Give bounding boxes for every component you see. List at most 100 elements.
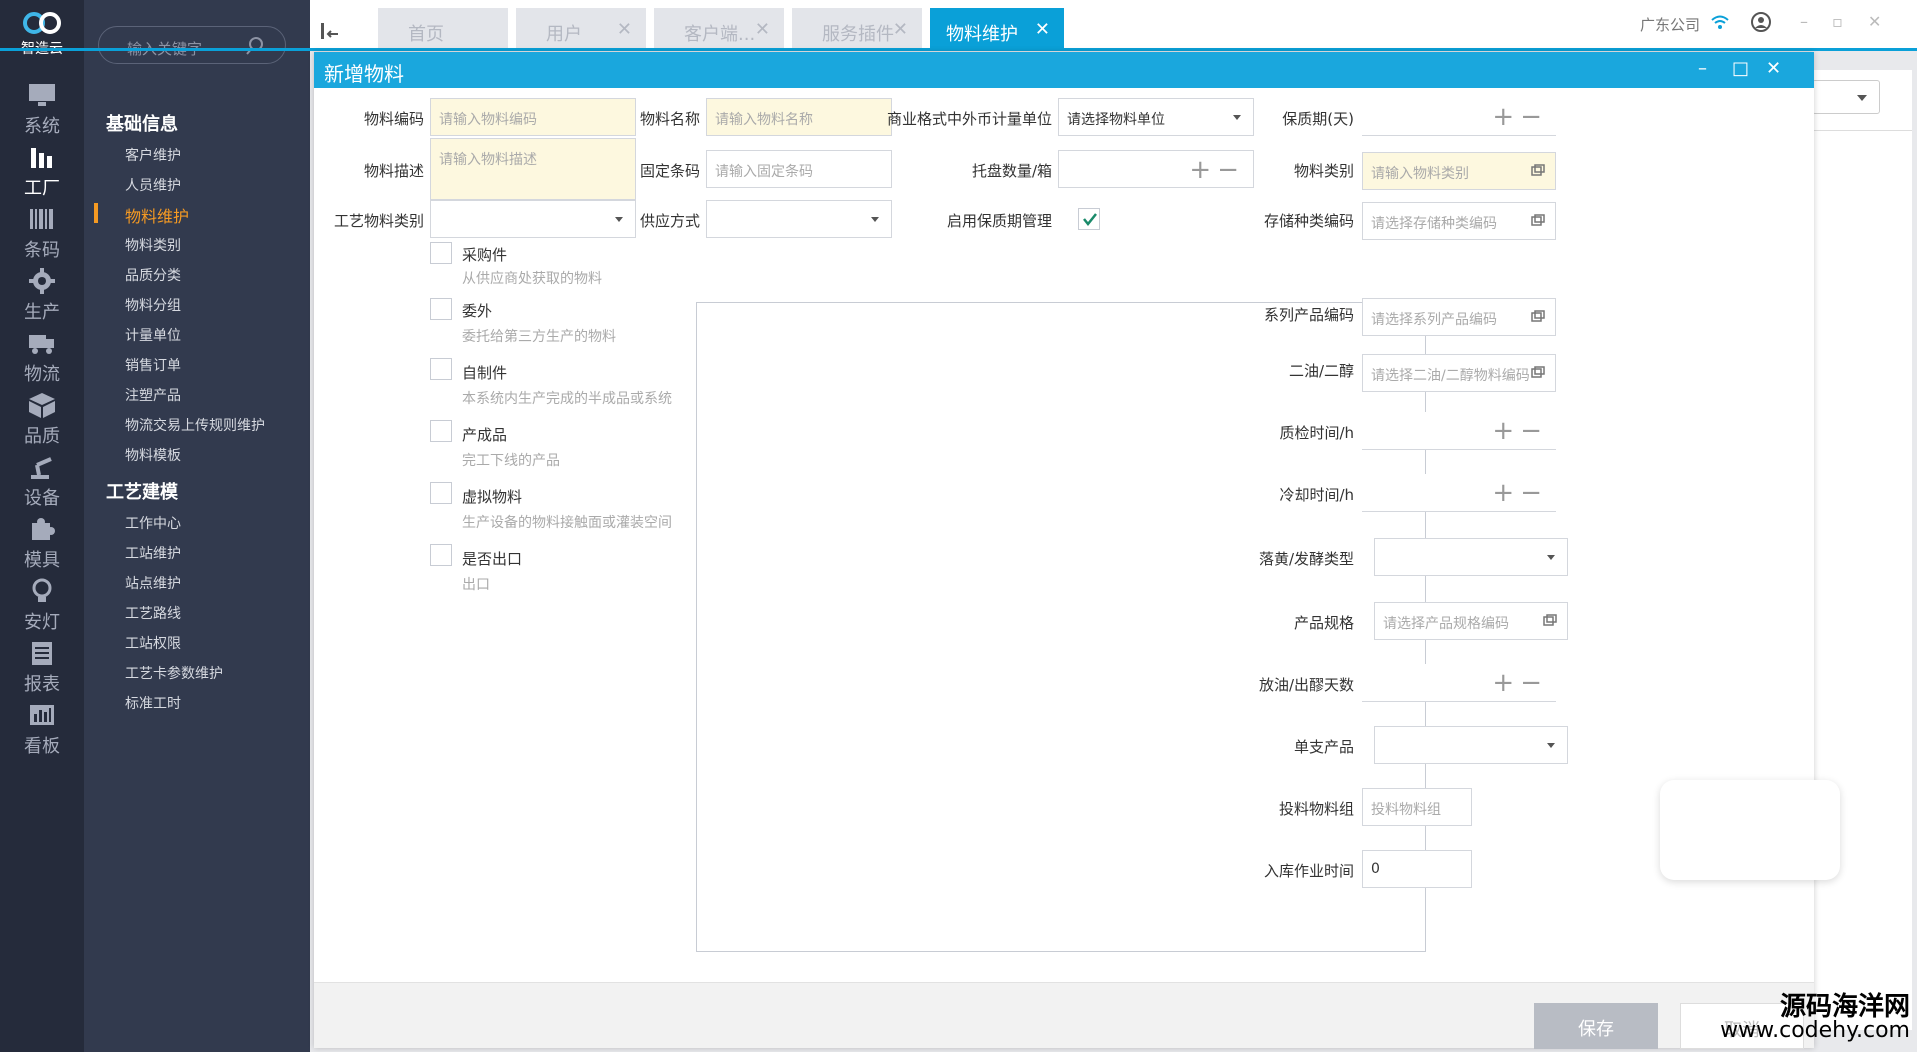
menu-item[interactable]: 客户维护 bbox=[125, 145, 181, 165]
minimize-icon[interactable]: – bbox=[1800, 12, 1808, 31]
rail-label: 工厂 bbox=[24, 178, 60, 199]
pallet-qty-stepper[interactable]: +− bbox=[1058, 150, 1254, 188]
storage-code-input[interactable]: 请选择存储种类编码 bbox=[1362, 202, 1556, 240]
menu-section-process[interactable]: 工艺建模 bbox=[106, 478, 178, 504]
restore-icon[interactable]: ▫ bbox=[1832, 12, 1843, 31]
oil-code-input[interactable]: 请选择二油/二醇物料编码 bbox=[1362, 354, 1556, 392]
menu-item[interactable]: 标准工时 bbox=[125, 693, 181, 713]
rail-item-report[interactable]: 报表 bbox=[0, 640, 84, 696]
material-code-input[interactable]: 请输入物料编码 bbox=[430, 98, 636, 136]
watermark: 源码海洋网 www.codehy.com bbox=[1700, 994, 1910, 1043]
close-window-icon[interactable]: ✕ bbox=[1868, 12, 1881, 31]
search-input[interactable]: 输入关键字 bbox=[98, 26, 286, 64]
rail-item-andon[interactable]: 安灯 bbox=[0, 578, 84, 634]
menu-item[interactable]: 工艺路线 bbox=[125, 603, 181, 623]
rail-item-system[interactable]: 系统 bbox=[0, 82, 84, 138]
product-spec-input[interactable]: 请选择产品规格编码 bbox=[1374, 602, 1568, 640]
plus-minus-icon[interactable]: +− bbox=[1492, 478, 1548, 508]
picker-icon[interactable] bbox=[1543, 614, 1557, 626]
inbound-time-input[interactable]: 0 bbox=[1362, 850, 1472, 888]
close-icon[interactable]: ✕ bbox=[755, 19, 770, 40]
picker-icon[interactable] bbox=[1531, 214, 1545, 226]
series-code-input[interactable]: 请选择系列产品编码 bbox=[1362, 298, 1556, 336]
menu-item[interactable]: 工艺卡参数维护 bbox=[125, 663, 223, 683]
company-name[interactable]: 广东公司 bbox=[1640, 14, 1700, 35]
picker-icon[interactable] bbox=[1531, 310, 1545, 322]
shelf-life-checkbox[interactable] bbox=[1078, 208, 1100, 230]
collapse-icon[interactable] bbox=[320, 22, 340, 40]
tab-home[interactable]: 首页 bbox=[378, 8, 508, 50]
self-made-checkbox[interactable] bbox=[430, 358, 452, 380]
menu-item[interactable]: 销售订单 bbox=[125, 355, 181, 375]
picker-icon[interactable] bbox=[1531, 164, 1545, 176]
single-product-select[interactable] bbox=[1374, 726, 1568, 764]
rail-item-equipment[interactable]: 设备 bbox=[0, 454, 84, 510]
menu-item[interactable]: 注塑产品 bbox=[125, 385, 181, 405]
virtual-material-checkbox[interactable] bbox=[430, 482, 452, 504]
purchase-checkbox[interactable] bbox=[430, 242, 452, 264]
rail-item-barcode[interactable]: 条码 bbox=[0, 206, 84, 262]
menu-item[interactable]: 工站权限 bbox=[125, 633, 181, 653]
plus-minus-icon[interactable]: +− bbox=[1492, 668, 1548, 698]
shelf-life-stepper[interactable]: +− bbox=[1362, 98, 1556, 136]
drop-type-select[interactable] bbox=[1374, 538, 1568, 576]
label-category: 物料类别 bbox=[1293, 162, 1354, 180]
rail-item-logistics[interactable]: 物流 bbox=[0, 330, 84, 386]
background-select[interactable] bbox=[1812, 80, 1880, 114]
unit-select[interactable]: 请选择物料单位 bbox=[1058, 98, 1254, 136]
menu-item[interactable]: 工作中心 bbox=[125, 513, 181, 533]
close-icon[interactable]: ✕ bbox=[1035, 19, 1050, 40]
tab-client[interactable]: 客户端... ✕ bbox=[654, 8, 784, 50]
finished-product-checkbox[interactable] bbox=[430, 420, 452, 442]
rail-item-quality[interactable]: 品质 bbox=[0, 392, 84, 448]
close-icon[interactable]: ✕ bbox=[617, 19, 632, 40]
material-name-input[interactable]: 请输入物料名称 bbox=[706, 98, 892, 136]
tab-material[interactable]: 物料维护 ✕ bbox=[930, 8, 1064, 50]
tab-plugins[interactable]: 服务插件 ✕ bbox=[792, 8, 922, 50]
box-icon bbox=[29, 393, 55, 418]
user-icon[interactable] bbox=[1751, 12, 1771, 32]
menu-item[interactable]: 工站维护 bbox=[125, 543, 181, 563]
plus-minus-icon[interactable]: +− bbox=[1492, 102, 1548, 132]
dialog-maximize-icon[interactable]: □ bbox=[1732, 58, 1749, 79]
plus-minus-icon[interactable]: +− bbox=[1492, 416, 1548, 446]
menu-item[interactable]: 站点维护 bbox=[125, 573, 181, 593]
material-category-input[interactable]: 请输入物料类别 bbox=[1362, 152, 1556, 190]
rail-item-factory[interactable]: 工厂 bbox=[0, 144, 84, 200]
background-panel bbox=[1812, 70, 1912, 1030]
menu-item[interactable]: 品质分类 bbox=[125, 265, 181, 285]
label-drop: 落黄/发酵类型 bbox=[1258, 550, 1354, 568]
fixed-barcode-input[interactable]: 请输入固定条码 bbox=[706, 150, 892, 188]
factory-icon bbox=[31, 148, 52, 168]
dialog-minimize-icon[interactable]: – bbox=[1698, 58, 1707, 79]
menu-item[interactable]: 物料类别 bbox=[125, 235, 181, 255]
menu-item[interactable]: 计量单位 bbox=[125, 325, 181, 345]
dialog-close-icon[interactable]: ✕ bbox=[1766, 58, 1781, 79]
qc-time-stepper[interactable]: +− bbox=[1362, 412, 1556, 450]
cool-time-stepper[interactable]: +− bbox=[1362, 474, 1556, 512]
save-button[interactable]: 保存 bbox=[1534, 1003, 1658, 1049]
picker-icon[interactable] bbox=[1531, 366, 1545, 378]
menu-item-active[interactable]: 物料维护 bbox=[125, 203, 189, 227]
menu-item[interactable]: 人员维护 bbox=[125, 175, 181, 195]
rail-item-mold[interactable]: 模具 bbox=[0, 516, 84, 572]
close-icon[interactable]: ✕ bbox=[893, 19, 908, 40]
tab-users[interactable]: 用户 ✕ bbox=[516, 8, 646, 50]
process-category-select[interactable] bbox=[430, 200, 636, 238]
menu-item[interactable]: 物料分组 bbox=[125, 295, 181, 315]
rail-label: 模具 bbox=[24, 550, 60, 571]
menu-item[interactable]: 物料模板 bbox=[125, 445, 181, 465]
rail-item-production[interactable]: 生产 bbox=[0, 268, 84, 324]
search-icon[interactable] bbox=[245, 36, 265, 56]
rail-label: 物流 bbox=[24, 364, 60, 385]
plus-minus-icon[interactable]: +− bbox=[1189, 155, 1245, 185]
menu-item[interactable]: 物流交易上传规则维护 bbox=[125, 415, 265, 435]
rail-item-dashboard[interactable]: 看板 bbox=[0, 702, 84, 758]
outsource-checkbox[interactable] bbox=[430, 298, 452, 320]
material-desc-input[interactable]: 请输入物料描述 bbox=[430, 138, 636, 200]
supply-method-select[interactable] bbox=[706, 200, 892, 238]
feed-group-input[interactable]: 投料物料组 bbox=[1362, 788, 1472, 826]
days-stepper[interactable]: +− bbox=[1362, 664, 1556, 702]
menu-section-basic[interactable]: 基础信息 bbox=[106, 110, 178, 136]
export-checkbox[interactable] bbox=[430, 544, 452, 566]
